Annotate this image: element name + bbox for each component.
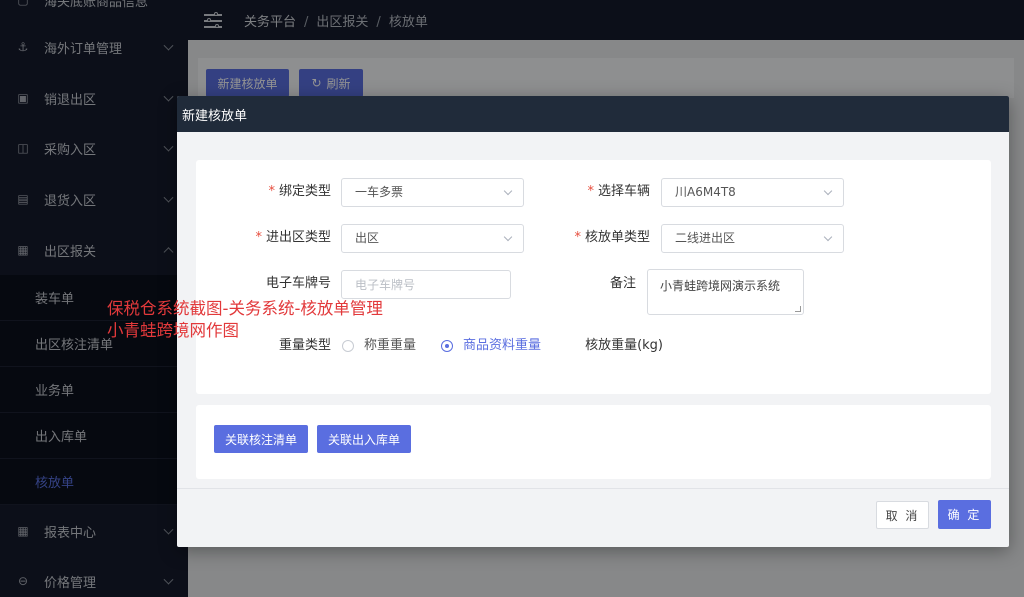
remark-textarea[interactable]: 小青蛙跨境网演示系统	[647, 269, 804, 315]
dialog-footer-divider	[177, 488, 1009, 489]
vehicle-label: * 选择车辆	[587, 184, 650, 199]
cancel-button[interactable]: 取 消	[876, 501, 929, 529]
bind-type-select[interactable]: 一车多票	[341, 178, 524, 207]
plate-label: 电子车牌号	[265, 276, 331, 291]
bind-type-label: * 绑定类型	[268, 184, 331, 199]
release-weight-label: 核放重量(kg)	[585, 338, 663, 353]
inout-type-value: 出区	[355, 231, 380, 245]
inout-type-label: * 进出区类型	[255, 230, 331, 245]
release-type-select[interactable]: 二线进出区	[661, 224, 844, 253]
plate-input[interactable]	[341, 270, 511, 299]
watermark-line: 保税仓系统截图-关务系统-核放单管理	[107, 299, 383, 318]
vehicle-value: 川A6M4T8	[675, 185, 736, 199]
release-type-value: 二线进出区	[675, 231, 736, 245]
resize-handle-icon[interactable]	[795, 306, 801, 312]
remark-label: 备注	[609, 276, 636, 291]
link-inout-button[interactable]: 关联出入库单	[317, 425, 411, 453]
inout-type-label-text: 进出区类型	[265, 230, 331, 245]
release-type-label-text: 核放单类型	[584, 230, 650, 245]
watermark-line: 小青蛙跨境网作图	[107, 321, 239, 340]
inout-type-select[interactable]: 出区	[341, 224, 524, 253]
chevron-down-icon	[823, 232, 833, 242]
radio-checked-icon	[441, 340, 453, 352]
release-type-label: * 核放单类型	[574, 230, 650, 245]
confirm-button[interactable]: 确 定	[938, 500, 991, 529]
bind-type-value: 一车多票	[355, 185, 404, 199]
watermark-text: 保税仓系统截图-关务系统-核放单管理 小青蛙跨境网作图	[107, 298, 383, 342]
link-declaration-button[interactable]: 关联核注清单	[214, 425, 308, 453]
bind-type-label-text: 绑定类型	[278, 184, 331, 199]
chevron-down-icon	[823, 186, 833, 196]
related-actions-card: 关联核注清单 关联出入库单	[196, 405, 991, 479]
form-card: * 绑定类型 一车多票 * 选择车辆 川A6M4T8 * 进出区类型 出区 * 核放单类…	[196, 160, 991, 394]
vehicle-select[interactable]: 川A6M4T8	[661, 178, 844, 207]
vehicle-label-text: 选择车辆	[597, 184, 650, 199]
dialog-title: 新建核放单	[177, 96, 1009, 132]
remark-value: 小青蛙跨境网演示系统	[660, 279, 781, 293]
